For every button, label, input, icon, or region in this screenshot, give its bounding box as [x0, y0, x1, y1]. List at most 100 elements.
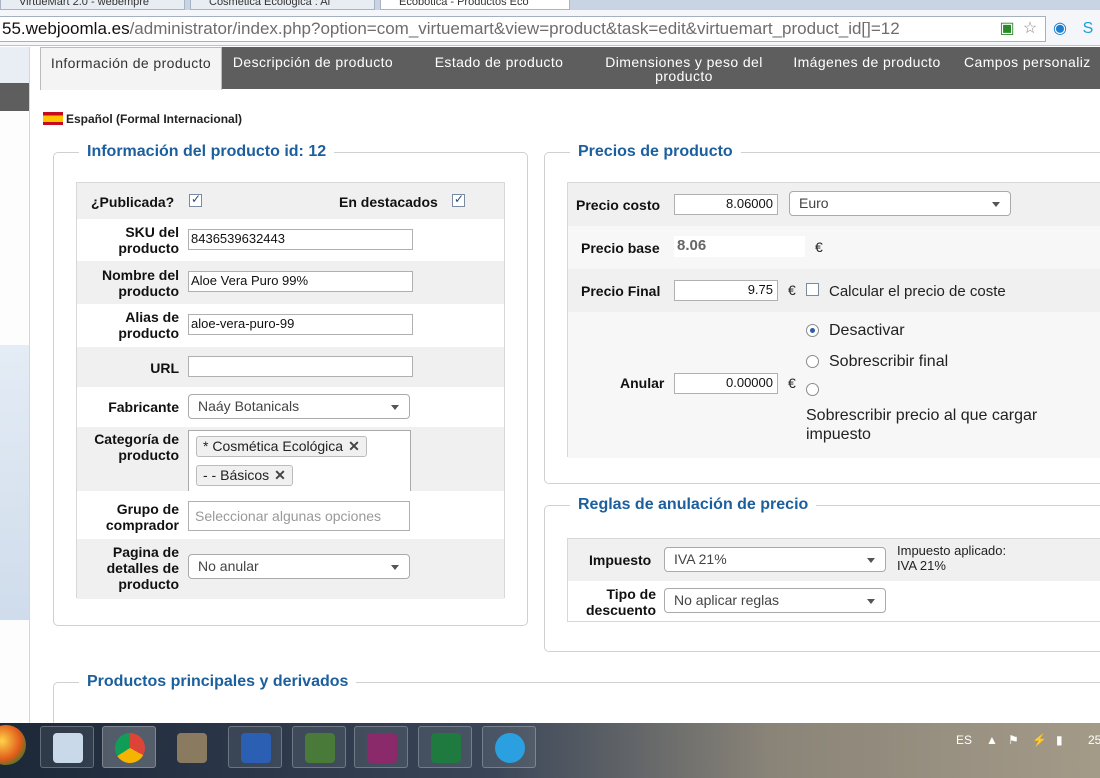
sidebar-block[interactable]	[0, 83, 29, 111]
close-icon[interactable]: ✕	[348, 438, 360, 454]
product-url-input[interactable]	[188, 356, 413, 377]
override-label: Anular	[620, 375, 665, 391]
url-row: URL	[77, 347, 504, 387]
buyer-group-label: Grupo de comprador	[105, 501, 179, 533]
chevron-down-icon	[867, 558, 875, 563]
check-icon: ✓	[191, 192, 202, 206]
override-disable-radio[interactable]	[806, 324, 819, 337]
final-price-input[interactable]: 9.75	[674, 280, 778, 301]
tab-custom-fields[interactable]: Campos personaliz	[964, 47, 1100, 89]
discount-select[interactable]: No aplicar reglas	[664, 588, 886, 613]
flag-icon[interactable]: ⚑	[1008, 733, 1019, 747]
featured-checkbox[interactable]: ✓	[452, 192, 465, 207]
tray-language[interactable]: ES	[956, 733, 972, 747]
tray-clock[interactable]: 25	[1088, 733, 1100, 747]
discount-label: Tipo de descuento	[585, 586, 656, 618]
tab-label: Descripción de producto	[232, 54, 394, 70]
url-host: 55.webjoomla.es	[2, 19, 130, 38]
currency-value: Euro	[799, 195, 829, 211]
tab-status[interactable]: Estado de producto	[428, 47, 570, 89]
prices-table: Precio costo 8.06000 Euro Precio base 8.…	[567, 182, 1100, 458]
taskbar-excel-button[interactable]	[418, 726, 472, 768]
url-label: URL	[150, 360, 179, 376]
currency-select[interactable]: Euro	[789, 191, 1011, 216]
buyer-group-input[interactable]: Seleccionar algunas opciones	[188, 501, 410, 531]
gimp-icon	[177, 733, 207, 763]
tab-description[interactable]: Descripción de producto	[226, 47, 400, 89]
tax-select[interactable]: IVA 21%	[664, 547, 886, 572]
calc-cost-checkbox[interactable]	[806, 283, 819, 296]
published-checkbox[interactable]: ✓	[189, 192, 202, 207]
alias-input[interactable]: aloe-vera-puro-99	[188, 314, 413, 335]
eye-extension-icon[interactable]: ◉	[1050, 19, 1070, 39]
address-bar: 55.webjoomla.es/administrator/index.php?…	[0, 10, 1100, 46]
override-tax-radio[interactable]	[806, 383, 819, 396]
tab-product-info[interactable]: Información de producto	[40, 47, 222, 90]
browser-tab-active[interactable]: Ecobotica - Productos Eco	[380, 0, 570, 10]
base-price-value: 8.06	[674, 236, 805, 257]
spain-flag-icon	[43, 112, 63, 125]
sku-input[interactable]: 8436539632443	[188, 229, 413, 250]
featured-label: En destacados	[339, 194, 438, 210]
category-multiselect[interactable]: * Cosmética Ecológica ✕ - - Básicos ✕	[188, 430, 411, 491]
check-icon: ✓	[454, 192, 465, 206]
details-page-label: Pagina de detalles de producto	[106, 544, 179, 592]
tax-applied-info: Impuesto aplicado: IVA 21%	[897, 543, 1006, 573]
manufacturer-value: Naáy Botanicals	[198, 398, 300, 414]
taskbar-skype-button[interactable]	[482, 726, 536, 768]
details-page-row: Pagina de detalles de producto No anular	[77, 539, 504, 599]
override-final-radio[interactable]	[806, 355, 819, 368]
taskbar-app-button[interactable]	[292, 726, 346, 768]
star-icon[interactable]: ☆	[1020, 19, 1040, 39]
category-row: Categoría de producto * Cosmética Ecológ…	[77, 427, 504, 491]
category-chip[interactable]: * Cosmética Ecológica ✕	[196, 436, 367, 457]
override-input[interactable]: 0.00000	[674, 373, 778, 394]
sidebar-block[interactable]	[0, 47, 29, 83]
browser-tab-label: Cosmética Ecológica : Al	[209, 0, 331, 8]
tray-expand-icon[interactable]: ▲	[986, 733, 998, 747]
taskbar-gimp-button[interactable]	[164, 726, 218, 768]
alias-label: Alias de producto	[118, 309, 179, 341]
browser-tab[interactable]: Cosmética Ecológica : Al	[190, 0, 375, 10]
details-page-select[interactable]: No anular	[188, 554, 410, 579]
tab-dimensions[interactable]: Dimensiones y peso del producto	[596, 47, 772, 89]
skype-extension-icon[interactable]: S	[1078, 19, 1098, 39]
start-button-icon[interactable]	[0, 725, 26, 765]
sku-row: SKU del producto 8436539632443	[77, 219, 504, 261]
network-signal-icon[interactable]: ▮	[1056, 733, 1063, 747]
manufacturer-select[interactable]: Naáy Botanicals	[188, 394, 410, 419]
name-label: Nombre del producto	[101, 267, 179, 299]
base-price-row: Precio base 8.06 €	[568, 226, 1100, 269]
taskbar-word-button[interactable]	[228, 726, 282, 768]
name-input[interactable]: Aloe Vera Puro 99%	[188, 271, 413, 292]
chevron-down-icon	[391, 565, 399, 570]
taskbar-winrar-button[interactable]	[354, 726, 408, 768]
cost-price-input[interactable]: 8.06000	[674, 194, 778, 215]
url-path: /administrator/index.php?option=com_virt…	[129, 19, 900, 38]
final-price-row: Precio Final 9.75 € Calcular el precio d…	[568, 269, 1100, 312]
skype-icon	[495, 733, 525, 763]
tax-label: Impuesto	[589, 552, 652, 568]
taskbar-chrome-button[interactable]	[102, 726, 156, 768]
power-icon[interactable]: ⚡	[1032, 733, 1047, 747]
taskbar-explorer-button[interactable]	[40, 726, 94, 768]
chevron-down-icon	[391, 405, 399, 410]
browser-tab[interactable]: VirtueMart 2.0 - webempre	[0, 0, 185, 10]
monitor-icon	[305, 733, 335, 763]
sidebar-block[interactable]	[0, 345, 29, 620]
tab-images[interactable]: Imágenes de producto	[787, 47, 947, 89]
close-icon[interactable]: ✕	[274, 467, 286, 483]
euro-symbol: €	[815, 239, 823, 255]
override-final-label: Sobrescribir final	[829, 353, 949, 370]
category-chip[interactable]: - - Básicos ✕	[196, 465, 293, 486]
tab-label: Información de producto	[50, 55, 212, 71]
tab-label: Estado de producto	[434, 54, 564, 70]
alias-row: Alias de producto aloe-vera-puro-99	[77, 304, 504, 347]
published-row: ¿Publicada? ✓ En destacados ✓	[77, 183, 504, 219]
override-disable-label: Desactivar	[829, 322, 905, 339]
shield-extension-icon[interactable]: ▣	[997, 19, 1017, 39]
euro-symbol: €	[788, 375, 796, 391]
language-indicator: Español (Formal Internacional)	[43, 112, 242, 126]
url-input[interactable]: 55.webjoomla.es/administrator/index.php?…	[0, 16, 1046, 42]
radio-dot-icon	[810, 328, 815, 333]
